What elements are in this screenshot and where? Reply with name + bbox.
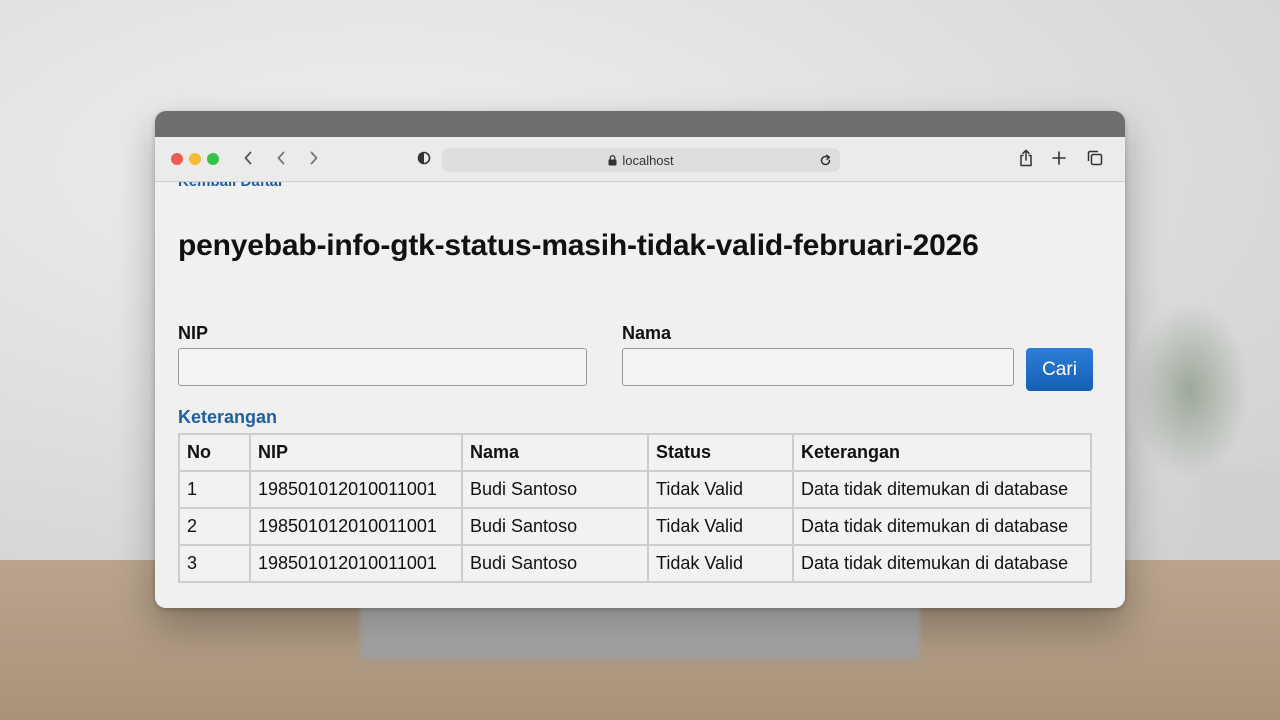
back-icon[interactable]	[235, 145, 261, 171]
cell-nama: Budi Santoso	[461, 470, 649, 509]
cell-nama: Budi Santoso	[461, 544, 649, 583]
cell-nip: 198501012010011001	[249, 507, 463, 546]
new-tab-icon[interactable]	[1046, 145, 1072, 171]
reload-icon[interactable]	[814, 148, 836, 172]
back-to-list-link[interactable]: Kembali Daftar	[178, 182, 284, 190]
cell-keterangan: Data tidak ditemukan di database	[792, 507, 1092, 546]
page-content: Kembali Daftar penyebab-info-gtk-status-…	[155, 182, 1125, 608]
cell-status: Tidak Valid	[647, 507, 794, 546]
minimize-window-button[interactable]	[189, 153, 201, 165]
table-header-row: No NIP Nama Status Keterangan	[178, 433, 1092, 472]
table-row: 2 198501012010011001 Budi Santoso Tidak …	[178, 507, 1092, 546]
cell-no: 1	[178, 470, 251, 509]
cell-status: Tidak Valid	[647, 544, 794, 583]
share-icon[interactable]	[1013, 145, 1039, 171]
zoom-window-button[interactable]	[207, 153, 219, 165]
column-header-nama: Nama	[461, 433, 649, 472]
browser-window: localhost Kembali Daftar penyebab-info-g…	[155, 111, 1125, 608]
address-text: localhost	[622, 152, 674, 168]
tabs-overview-icon[interactable]	[1082, 145, 1108, 171]
column-header-nip: NIP	[249, 433, 463, 472]
column-header-keterangan: Keterangan	[792, 433, 1092, 472]
lock-icon	[608, 154, 617, 165]
page-title: penyebab-info-gtk-status-masih-tidak-val…	[178, 229, 979, 262]
nama-label: Nama	[622, 323, 672, 343]
cell-nip: 198501012010011001	[249, 544, 463, 583]
monitor-bezel	[155, 111, 1125, 137]
shield-icon[interactable]	[411, 145, 437, 171]
column-header-no: No	[178, 433, 251, 472]
close-window-button[interactable]	[171, 153, 183, 165]
back-button[interactable]	[268, 145, 294, 171]
background-plant	[1130, 300, 1250, 480]
nip-input[interactable]	[178, 348, 587, 386]
address-bar[interactable]: localhost	[442, 148, 840, 172]
cell-nama: Budi Santoso	[461, 507, 649, 546]
nama-input[interactable]	[622, 348, 1014, 386]
cell-status: Tidak Valid	[647, 470, 794, 509]
forward-icon[interactable]	[301, 145, 327, 171]
cell-keterangan: Data tidak ditemukan di database	[792, 544, 1092, 583]
browser-toolbar: localhost	[155, 137, 1125, 182]
nip-label: NIP	[178, 323, 209, 343]
table-row: 1 198501012010011001 Budi Santoso Tidak …	[178, 470, 1092, 509]
cell-nip: 198501012010011001	[249, 470, 463, 509]
cell-no: 2	[178, 507, 251, 546]
table-row: 3 198501012010011001 Budi Santoso Tidak …	[178, 544, 1092, 583]
column-header-status: Status	[647, 433, 794, 472]
results-section-label: Keterangan	[178, 407, 278, 427]
results-table: No NIP Nama Status Keterangan 1 19850101…	[178, 433, 1092, 583]
cell-keterangan: Data tidak ditemukan di database	[792, 470, 1092, 509]
search-button[interactable]: Cari	[1026, 348, 1093, 391]
monitor-stand	[360, 600, 920, 660]
cell-no: 3	[178, 544, 251, 583]
